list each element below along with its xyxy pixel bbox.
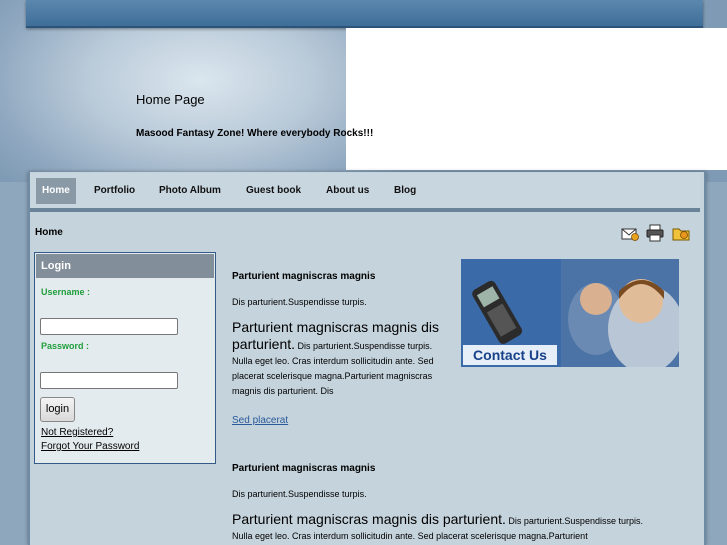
login-heading: Login	[36, 254, 214, 278]
nav-item-guest-book[interactable]: Guest book	[240, 178, 307, 204]
nav-item-about-us[interactable]: About us	[320, 178, 375, 204]
main-nav: Home Portfolio Photo Album Guest book Ab…	[30, 173, 700, 212]
password-label: Password :	[41, 341, 90, 351]
article-title[interactable]: Parturient magniscras magnis	[232, 463, 375, 474]
password-field[interactable]	[40, 372, 178, 389]
site-title[interactable]: Home Page	[136, 92, 205, 107]
header-top-bar	[26, 0, 703, 28]
article-intro: Dis parturient.Suspendisse turpis.	[232, 297, 367, 307]
username-field[interactable]	[40, 318, 178, 335]
breadcrumb: Home	[35, 227, 63, 238]
article-body: Parturient magniscras magnis dis parturi…	[232, 512, 662, 544]
nav-item-photo-album[interactable]: Photo Album	[153, 178, 227, 204]
header-banner-area	[346, 28, 727, 170]
site-slogan: Masood Fantasy Zone! Where everybody Roc…	[136, 128, 374, 139]
login-button[interactable]: login	[40, 397, 75, 422]
article-intro: Dis parturient.Suspendisse turpis.	[232, 489, 367, 499]
nav-item-portfolio[interactable]: Portfolio	[88, 178, 141, 204]
login-panel: Login Username : Password : login Not Re…	[34, 252, 216, 464]
article-title[interactable]: Parturient magniscras magnis	[232, 271, 375, 282]
article-lead: Parturient magniscras magnis dis parturi…	[232, 511, 506, 527]
contact-us-label: Contact Us	[463, 345, 557, 365]
email-icon[interactable]	[621, 224, 639, 242]
read-more-link[interactable]: Sed placerat	[232, 415, 288, 426]
forgot-password-link[interactable]: Forgot Your Password	[41, 441, 139, 452]
bookmark-folder-icon[interactable]	[672, 224, 690, 242]
article-body: Parturient magniscras magnis dis parturi…	[232, 320, 444, 399]
not-registered-link[interactable]: Not Registered?	[41, 427, 113, 438]
username-label: Username :	[41, 287, 91, 297]
nav-item-home[interactable]: Home	[36, 178, 76, 204]
nav-item-blog[interactable]: Blog	[388, 178, 422, 204]
print-icon[interactable]	[646, 224, 664, 242]
contact-us-banner[interactable]: Contact Us	[461, 259, 679, 367]
